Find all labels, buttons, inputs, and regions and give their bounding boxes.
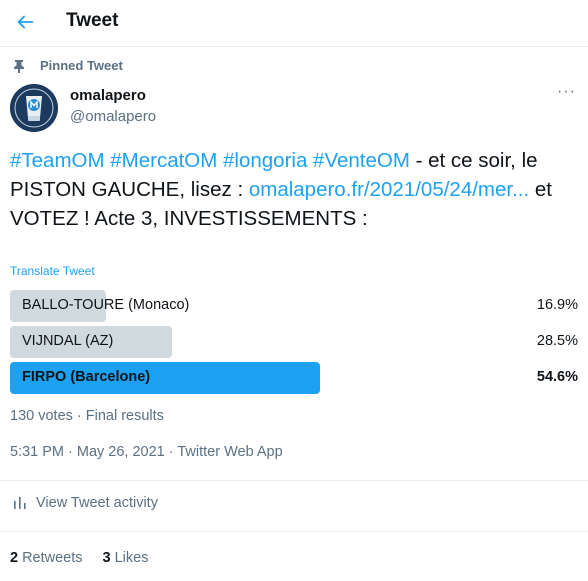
poll-option-label: FIRPO (Barcelone) [22, 369, 151, 385]
page-title: Tweet [66, 10, 119, 31]
tweet-text: #TeamOM #MercatOM #longoria #VenteOM - e… [10, 146, 570, 233]
tweet-timestamp[interactable]: 5:31 PM · May 26, 2021 · Twitter Web App [10, 444, 283, 460]
pinned-label: Pinned Tweet [40, 58, 123, 73]
retweets-stat[interactable]: 2 Retweets [10, 550, 83, 566]
retweets-count: 2 [10, 550, 19, 566]
bar-chart-icon [14, 497, 26, 509]
author-name[interactable]: omalapero [70, 87, 146, 104]
poll-option-percent: 28.5% [536, 333, 578, 349]
poll-option: VIJNDAL (AZ) 28.5% [10, 326, 578, 358]
retweets-label: Retweets [22, 550, 83, 566]
tweet-link[interactable]: #TeamOM #MercatOM #longoria #VenteOM [10, 149, 410, 172]
poll-results-summary: 130 votes · Final results [10, 408, 164, 424]
pin-icon [14, 59, 24, 73]
header-divider [0, 46, 588, 47]
view-tweet-activity-link[interactable]: View Tweet activity [10, 495, 158, 511]
poll-option: BALLO-TOURE (Monaco) 16.9% [10, 290, 578, 322]
activity-label: View Tweet activity [36, 495, 158, 511]
likes-stat[interactable]: 3 Likes [103, 550, 149, 566]
poll-option: FIRPO (Barcelone) 54.6% [10, 362, 578, 394]
poll-option-label: BALLO-TOURE (Monaco) [22, 297, 190, 313]
meta-divider [0, 480, 588, 481]
likes-count: 3 [102, 550, 111, 566]
avatar[interactable] [10, 84, 58, 132]
more-options-icon[interactable]: ··· [557, 84, 577, 100]
activity-divider [0, 531, 588, 532]
translate-tweet-link[interactable]: Translate Tweet [10, 264, 95, 278]
likes-label: Likes [114, 550, 149, 566]
omalapero-logo-icon [10, 84, 58, 132]
poll-option-label: VIJNDAL (AZ) [22, 333, 114, 349]
back-arrow-icon[interactable] [14, 11, 36, 33]
poll-option-percent: 16.9% [536, 297, 578, 313]
tweet-link[interactable]: omalapero.fr/2021/05/24/mer... [249, 178, 529, 201]
pinned-indicator: Pinned Tweet [10, 58, 123, 73]
tweet-stats: 2 Retweets 3 Likes [10, 550, 168, 566]
author-handle[interactable]: @omalapero [70, 108, 156, 125]
poll-option-percent: 54.6% [536, 369, 578, 385]
top-header: Tweet [0, 0, 588, 45]
